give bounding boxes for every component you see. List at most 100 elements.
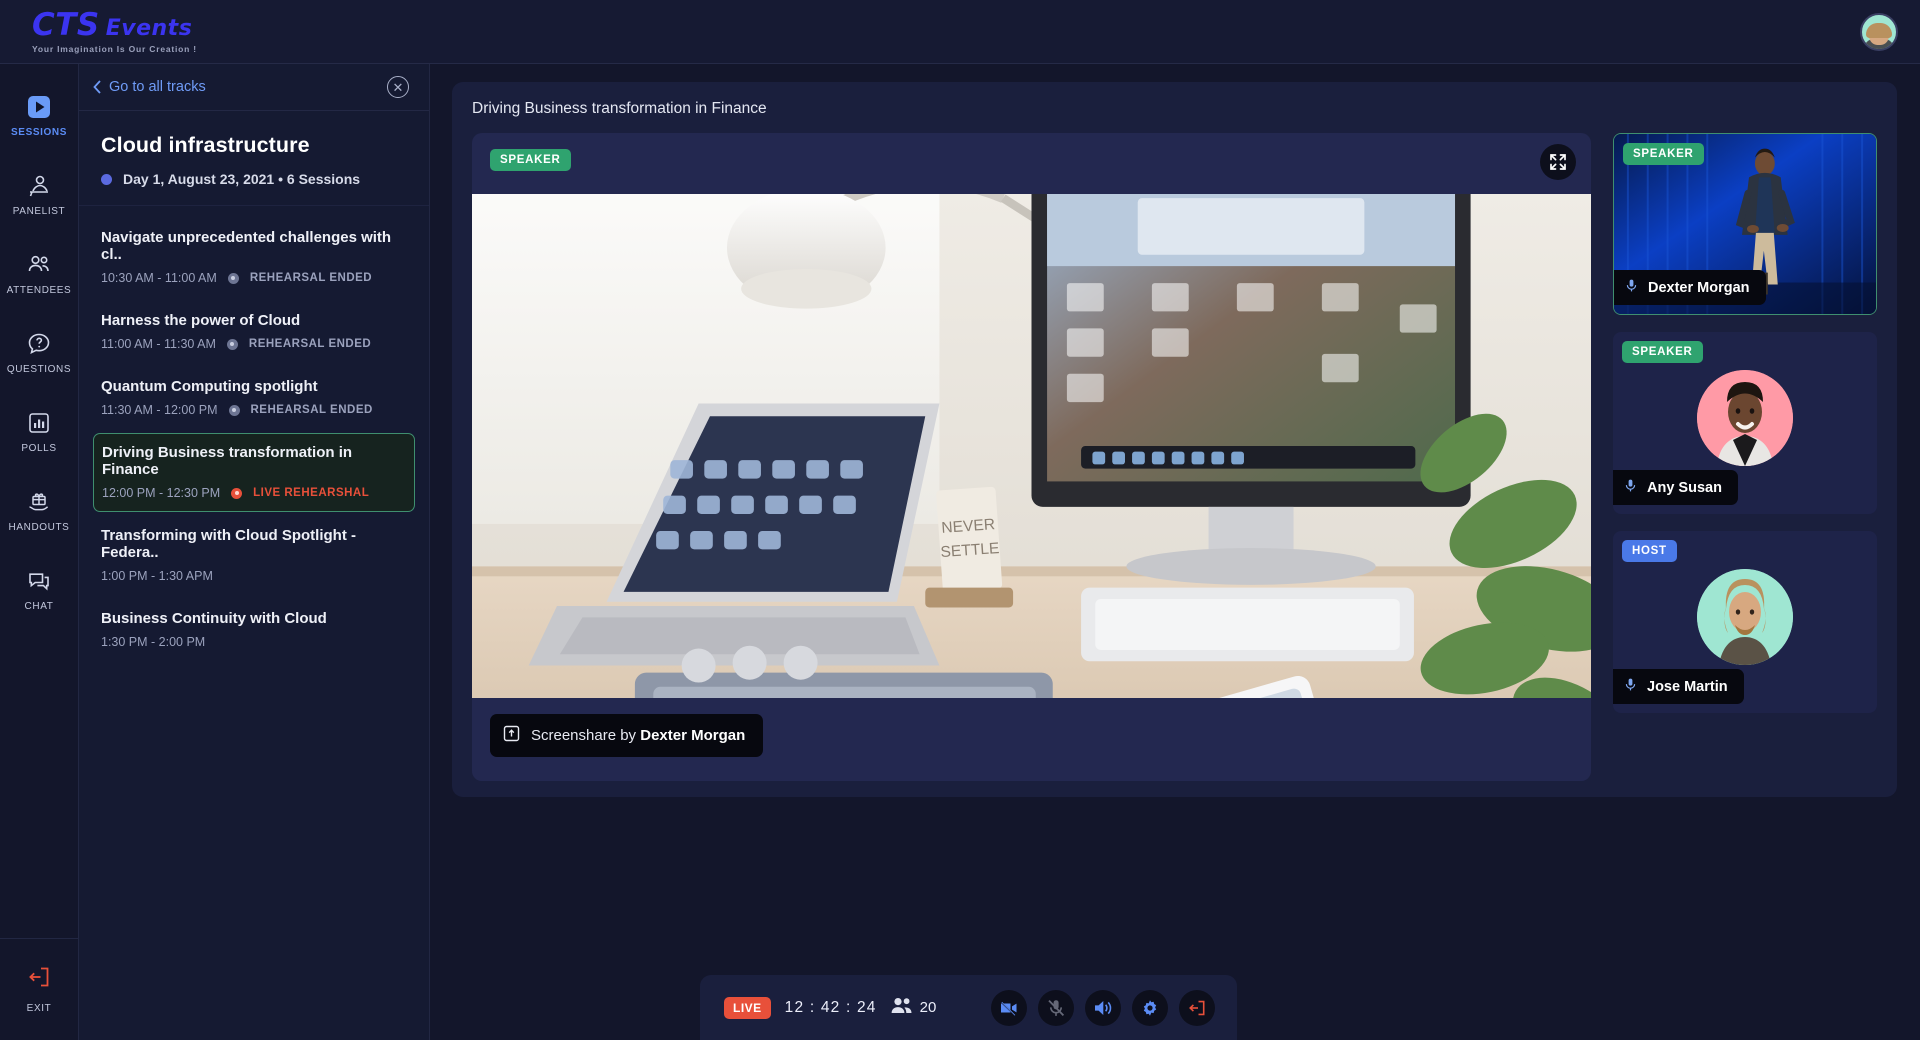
session-timer: 12 : 42 : 24 — [784, 998, 877, 1016]
screenshare-icon — [503, 725, 520, 746]
sidebar-label-panelist: PANELIST — [12, 206, 66, 217]
session-status-label: REHEARSAL ENDED — [248, 338, 372, 350]
session-list-item[interactable]: Transforming with Cloud Spotlight - Fede… — [93, 516, 415, 595]
session-meta: 12:00 PM - 12:30 PM LIVE REHEARSHAL — [102, 486, 406, 500]
panelist-icon — [26, 173, 52, 199]
settings-button[interactable] — [1132, 989, 1168, 1026]
session-list[interactable]: Navigate unprecedented challenges with c… — [79, 206, 429, 1040]
avatar-hair — [1866, 23, 1892, 39]
people-icon — [891, 997, 913, 1018]
attendee-count: 20 — [919, 999, 937, 1016]
track-title: Cloud infrastructure — [101, 133, 310, 157]
track-meta: Day 1, August 23, 2021 • 6 Sessions — [101, 171, 407, 187]
participant-name: Any Susan — [1647, 479, 1722, 496]
session-time: 1:00 PM - 1:30 APM — [101, 569, 213, 583]
session-time: 11:30 AM - 12:00 PM — [101, 403, 218, 417]
video-footbar: Screenshare by Dexter Morgan — [472, 698, 1591, 781]
participants-rail: SPEAKER Dexter Morgan SPEAKER Any Susan … — [1613, 133, 1877, 781]
go-to-all-tracks-label: Go to all tracks — [109, 79, 206, 95]
chat-icon — [26, 568, 52, 594]
participant-name: Jose Martin — [1647, 678, 1728, 695]
leave-button[interactable] — [1179, 989, 1215, 1026]
brand-logo[interactable]: CTS Events Your Imagination Is Our Creati… — [32, 9, 197, 54]
session-status-dot — [228, 404, 240, 416]
main-video[interactable]: SPEAKER NEVER SETTLE Screenshare by Dext… — [472, 133, 1591, 781]
live-badge: LIVE — [724, 996, 771, 1019]
app-root: CTS Events Your Imagination Is Our Creati… — [0, 0, 1920, 1040]
brand-name: CTS Events — [32, 9, 197, 41]
session-name: Quantum Computing spotlight — [101, 378, 318, 395]
brand-name-secondary: Events — [105, 15, 193, 41]
participant-name: Dexter Morgan — [1648, 279, 1750, 296]
session-list-item[interactable]: Harness the power of Cloud 11:00 AM - 11:… — [93, 301, 415, 363]
screenshare-prefix: Screenshare by — [531, 727, 641, 744]
sidebar-exit-label: EXIT — [26, 1003, 52, 1014]
sidebar-item-polls[interactable]: POLLS — [0, 400, 79, 466]
session-meta: 11:00 AM - 11:30 AM REHEARSAL ENDED — [101, 337, 407, 351]
go-to-all-tracks-link[interactable]: Go to all tracks — [93, 79, 206, 95]
participant-role-badge: SPEAKER — [1622, 341, 1703, 363]
participant-name-pill: Dexter Morgan — [1614, 270, 1766, 305]
session-list-item[interactable]: Navigate unprecedented challenges with c… — [93, 218, 415, 297]
screenshare-indicator: Screenshare by Dexter Morgan — [490, 714, 764, 757]
chart-bar-icon — [26, 410, 52, 436]
exit-icon — [25, 963, 53, 996]
session-status-label: LIVE REHEARSHAL — [253, 487, 370, 499]
top-bar: CTS Events Your Imagination Is Our Creati… — [0, 0, 1920, 64]
stage-card: Driving Business transformation in Finan… — [452, 82, 1897, 797]
control-bar-left: LIVE 12 : 42 : 24 20 — [724, 996, 937, 1019]
video-topbar: SPEAKER — [472, 133, 1591, 194]
video-column: SPEAKER NEVER SETTLE Screenshare by Dext… — [472, 133, 1591, 781]
session-list-item[interactable]: Business Continuity with Cloud 1:30 PM - … — [93, 599, 415, 661]
participant-role-badge: SPEAKER — [1623, 143, 1704, 165]
sidebar-label-polls: POLLS — [21, 443, 57, 454]
fullscreen-icon[interactable] — [1540, 144, 1576, 180]
participant-tile[interactable]: SPEAKER Dexter Morgan — [1613, 133, 1877, 315]
video-role-badge: SPEAKER — [490, 149, 571, 171]
attendees-icon — [26, 252, 52, 278]
sidebar-label-sessions: SESSIONS — [11, 127, 67, 138]
sidebar-label-questions: QUESTIONS — [6, 364, 72, 375]
participant-name-pill: Jose Martin — [1613, 669, 1744, 704]
brand-tagline: Your Imagination Is Our Creation ! — [32, 43, 197, 54]
participant-name-pill: Any Susan — [1613, 470, 1738, 505]
sidebar-label-handouts: HANDOUTS — [8, 522, 70, 533]
question-icon — [26, 331, 52, 357]
sidebar-item-sessions[interactable]: SESSIONS — [0, 84, 79, 150]
participant-tile[interactable]: HOST Jose Martin — [1613, 531, 1877, 713]
session-name: Navigate unprecedented challenges with c… — [101, 229, 392, 263]
session-name: Harness the power of Cloud — [101, 312, 301, 329]
sidebar-item-panelist[interactable]: PANELIST — [0, 163, 79, 229]
sidebar-item-handouts[interactable]: HANDOUTS — [0, 479, 79, 545]
speaker-button[interactable] — [1085, 989, 1121, 1026]
user-avatar[interactable] — [1860, 12, 1898, 51]
mic-mute-button[interactable] — [1038, 989, 1074, 1026]
session-time: 12:00 PM - 12:30 PM — [102, 486, 221, 500]
attendee-counter: 20 — [891, 997, 937, 1018]
close-icon[interactable]: ✕ — [387, 76, 409, 98]
screenshare-presenter: Dexter Morgan — [640, 727, 746, 744]
control-bar-right — [991, 989, 1215, 1026]
body-row: SESSIONS PANELIST ATTENDEES QUESTIONS PO… — [0, 64, 1920, 1040]
sessions-panel: Go to all tracks ✕ Cloud infrastructure … — [79, 64, 430, 1040]
sidebar-item-attendees[interactable]: ATTENDEES — [0, 242, 79, 308]
session-list-item[interactable]: Driving Business transformation in Finan… — [93, 433, 415, 512]
handout-icon — [26, 489, 52, 515]
session-meta: 1:30 PM - 2:00 PM — [101, 635, 407, 649]
sidebar-item-questions[interactable]: QUESTIONS — [0, 321, 79, 387]
sidebar-nav: SESSIONS PANELIST ATTENDEES QUESTIONS PO… — [0, 64, 79, 1040]
session-meta: 11:30 AM - 12:00 PM REHEARSAL ENDED — [101, 403, 407, 417]
sidebar-label-chat: CHAT — [24, 601, 54, 612]
sidebar-exit-button[interactable]: EXIT — [0, 938, 79, 1040]
participant-tile[interactable]: SPEAKER Any Susan — [1613, 332, 1877, 514]
session-status-label: REHEARSAL ENDED — [250, 404, 373, 416]
camera-off-button[interactable] — [991, 989, 1027, 1026]
stage-row: SPEAKER NEVER SETTLE Screenshare by Dext… — [472, 133, 1877, 781]
session-list-item[interactable]: Quantum Computing spotlight 11:30 AM - 12… — [93, 367, 415, 429]
mic-icon — [1624, 278, 1639, 297]
session-meta: 1:00 PM - 1:30 APM — [101, 569, 407, 583]
participant-role-badge: HOST — [1622, 540, 1677, 562]
session-name: Transforming with Cloud Spotlight - Fede… — [101, 527, 356, 561]
sidebar-item-chat[interactable]: CHAT — [0, 558, 79, 624]
track-header: Cloud infrastructure Day 1, August 23, 2… — [79, 111, 429, 206]
